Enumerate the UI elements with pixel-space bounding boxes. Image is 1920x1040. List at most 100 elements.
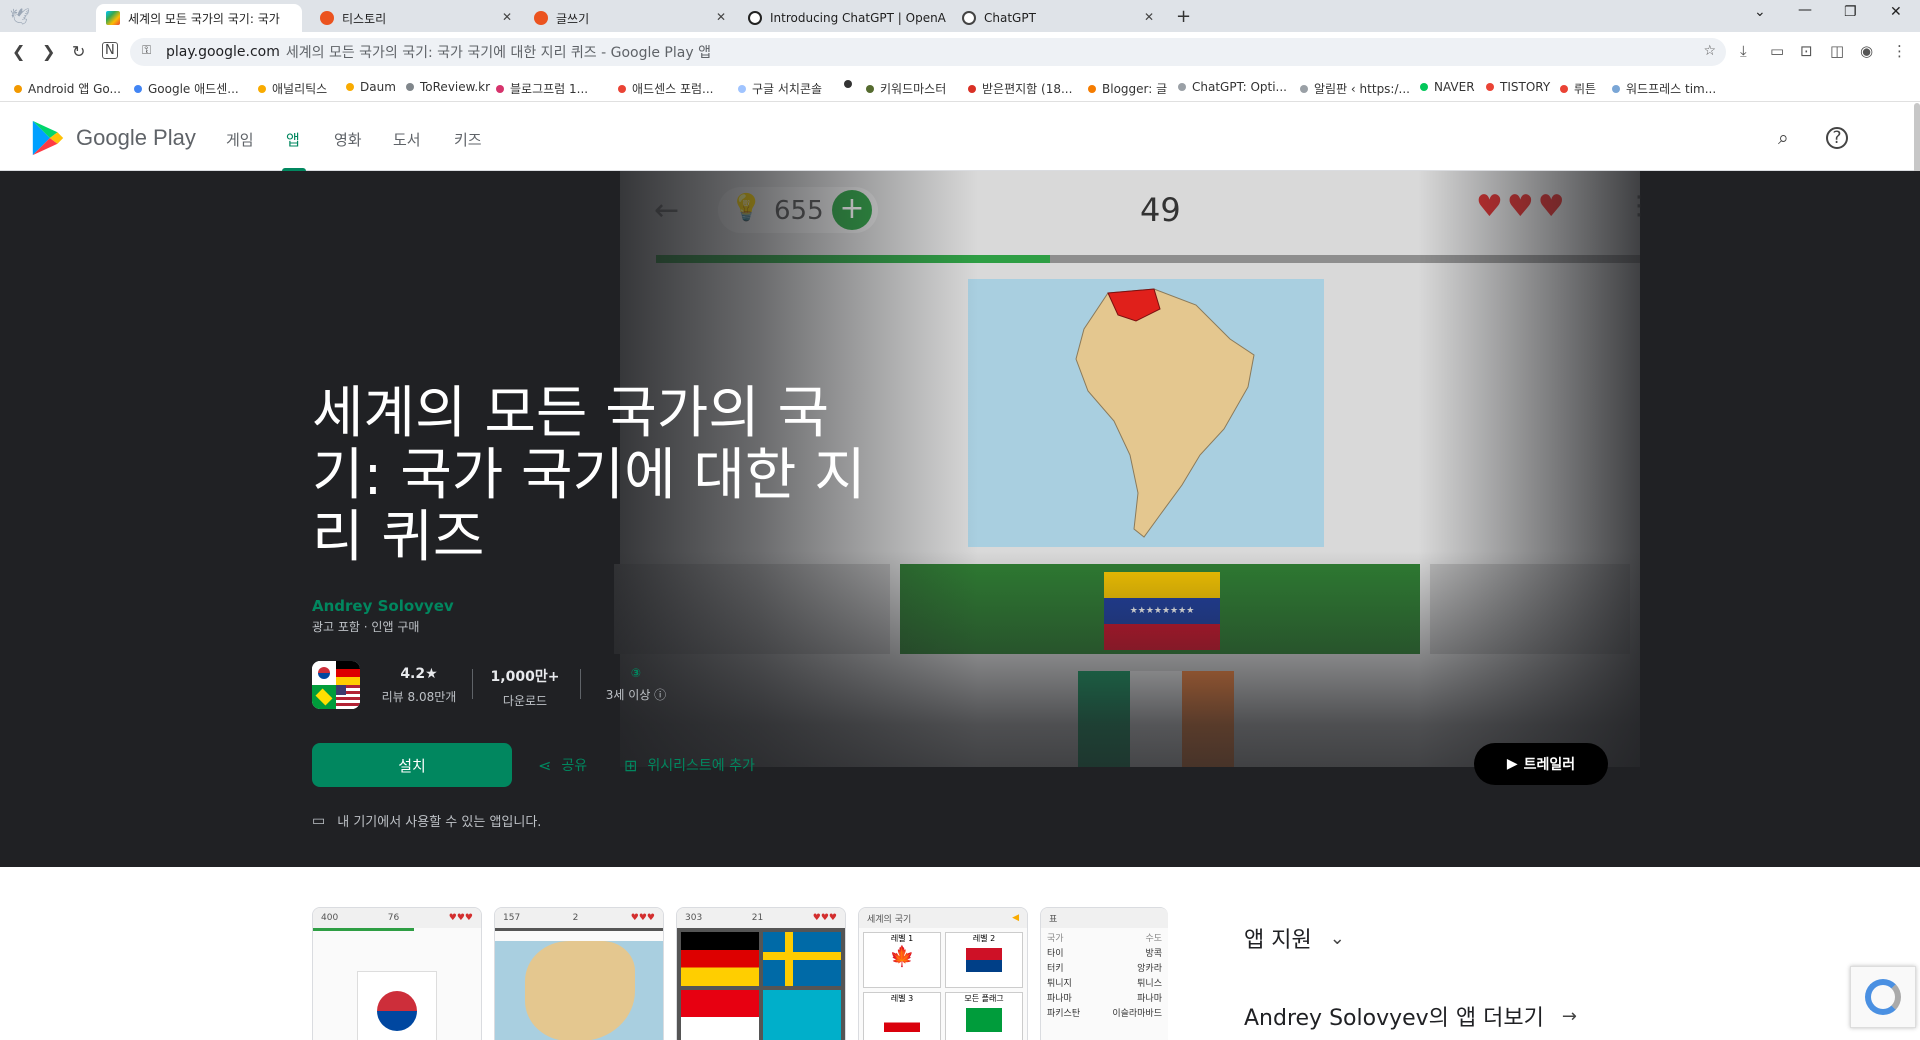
tab-write[interactable]: 글쓰기 ✕ [524,4,734,32]
bookmark-item[interactable]: 알림판 ‹ https:/... [1300,80,1410,97]
nav-books[interactable]: 도서 [393,129,421,150]
tistory-favicon-icon [320,11,334,25]
screenshot-thumb[interactable]: 표 국가 수도 타이 방콕 터키 앙카라 튀니지 튀니스 파나마 파나마 파키스탄 이슬라마… [1040,907,1168,1040]
forward-icon[interactable]: ❯ [42,42,55,61]
downloads-stat: 1,000만+ 다운로드 [490,669,560,708]
download-icon[interactable]: ⤓ [1740,42,1747,60]
gibraltar-flag-icon [884,1008,920,1032]
back-icon[interactable]: ❮ [12,42,25,61]
restore-icon[interactable]: ❐ [1844,4,1857,20]
tab-introducing-chatgpt[interactable]: Introducing ChatGPT | OpenA [738,4,948,32]
nav-kids[interactable]: 키즈 [454,129,482,150]
bookmark-item[interactable]: 받은편지함 (18... [968,80,1072,97]
tab-search-icon[interactable]: ⌄ [1754,4,1766,20]
recaptcha-badge[interactable] [1850,966,1916,1028]
app-icon [312,661,360,709]
close-tab-icon[interactable]: ✕ [1144,10,1154,24]
site-info-icon[interactable]: ⚿ [142,43,151,58]
trailer-button[interactable]: ▶ 트레일러 [1474,743,1608,785]
lens-icon[interactable]: ⊡ [1800,42,1813,60]
bookmark-favicon-icon [258,84,266,93]
close-tab-icon[interactable]: ✕ [716,10,726,24]
bookmark-item[interactable]: 키워드마스터 [866,80,946,97]
bookmark-favicon-icon [14,84,22,93]
level-card: 레벨 1 🍁 [863,932,941,988]
wishlist-button[interactable]: ⊞ 위시리스트에 추가 [624,755,755,775]
tistory-favicon-icon [534,11,548,25]
bookmark-item[interactable]: Blogger: 글 [1088,80,1167,97]
google-play-logo-icon [32,120,64,156]
help-icon[interactable]: ? [1826,127,1848,149]
app-support-toggle[interactable]: 앱 지원 ⌄ [1244,922,1345,954]
device-availability: ▭ 내 기기에서 사용할 수 있는 앱입니다. [312,812,542,831]
bookmark-item[interactable]: Android 앱 Go... [14,80,121,97]
bird-icon: 🕊 [10,6,31,26]
tab-chatgpt[interactable]: ChatGPT ✕ [952,4,1162,32]
korea-flag-icon [357,971,437,1040]
korea-flag-icon [312,661,336,685]
bookmark-item[interactable]: TISTORY [1486,80,1550,94]
developer-link[interactable]: Andrey Solovyev [312,597,454,615]
bookmark-item[interactable]: Daum [346,80,396,94]
bookmark-item[interactable]: ToReview.kr [406,80,490,94]
new-tab-button[interactable]: + [1176,6,1191,27]
canada-flag-icon: 🍁 [889,944,915,968]
content-rating-stat[interactable]: ③ 3세 이상 ⓘ [588,666,684,703]
screenshot-thumb[interactable]: 157 2 ♥♥♥ [494,907,664,1040]
bookmark-item[interactable] [844,80,858,88]
address-bar[interactable]: ⚿ play.google.com 세계의 모든 국가의 국기: 국가 국기에 … [130,38,1726,66]
level-card: 모든 플래그 [945,992,1023,1040]
screenshot-thumb[interactable]: 303 21 ♥♥♥ [676,907,846,1040]
screenshot-thumb[interactable]: 세계의 국기 ◀ 레벨 1 🍁 레벨 2 레벨 3 모든 플래그 [858,907,1028,1040]
bookmark-item[interactable]: 애널리틱스 [258,80,327,97]
bookmark-favicon-icon [738,84,746,93]
ads-inapp-note: 광고 포함 · 인앱 구매 [312,620,420,634]
screenshot-thumb[interactable]: 400 76 ♥♥♥ [312,907,482,1040]
bookmark-item[interactable]: 워드프레스 tim... [1612,80,1716,97]
usa-flag-icon [336,685,360,709]
install-button[interactable]: 설치 [312,743,512,787]
minimize-icon[interactable]: — [1798,2,1812,18]
menu-kebab-icon[interactable]: ⋮ [1892,42,1907,60]
hero-gradient [560,551,1660,867]
profile-icon[interactable]: ◉ [1860,42,1873,60]
close-window-icon[interactable]: ✕ [1890,4,1902,20]
bookmark-favicon-icon [496,84,504,93]
bookmark-favicon-icon [1178,83,1186,91]
bookmark-favicon-icon [406,83,414,91]
germany-flag-icon [681,932,759,986]
openai-favicon-icon [962,11,976,25]
nav-apps[interactable]: 앱 [286,129,300,150]
hearts-icon: ♥♥♥ [448,913,473,923]
bookmark-star-icon[interactable]: ☆ [1703,43,1716,59]
bookmark-favicon-icon [844,80,852,88]
google-play-logo[interactable]: Google Play [30,119,196,157]
bookmark-item[interactable]: 블로그프럼 1... [496,80,588,97]
bookmark-favicon-icon [866,84,874,93]
search-icon[interactable]: ⌕ [1778,127,1789,149]
brazil-flag-icon [312,685,336,709]
reload-icon[interactable]: ↻ [72,42,85,61]
nav-games[interactable]: 게임 [226,129,254,150]
bookmark-item[interactable]: 애드센스 포럼... [618,80,714,97]
nav-movies[interactable]: 영화 [334,129,362,150]
tab-tistory[interactable]: 티스토리 ✕ [310,4,520,32]
camera-icon[interactable]: ▭ [1770,42,1784,60]
share-button[interactable]: ⋖ 공유 [538,755,587,775]
sidebar-icon[interactable]: ◫ [1830,42,1844,60]
reader-icon[interactable]: N [102,42,118,59]
level-card: 레벨 2 [945,932,1023,988]
close-tab-icon[interactable]: ✕ [502,10,512,24]
bookmark-item[interactable]: ChatGPT: Opti... [1178,80,1287,94]
devices-icon: ▭ [312,812,326,829]
bookmark-item[interactable]: 구글 서치콘솔 [738,80,822,97]
url-host: play.google.com [166,44,280,60]
tab-google-play[interactable]: 세계의 모든 국가의 국기: 국가 [96,4,302,32]
bookmark-item[interactable]: NAVER [1420,80,1475,94]
hearts-icon: ♥♥♥ [812,913,837,923]
bookmark-item[interactable]: Google 애드센... [134,80,239,97]
bookmark-item[interactable]: 뤼튼 [1560,80,1596,97]
africa-map [495,941,663,1040]
more-by-developer-link[interactable]: Andrey Solovyev의 앱 더보기 → [1244,1000,1577,1032]
bookmark-favicon-icon [1088,84,1096,93]
